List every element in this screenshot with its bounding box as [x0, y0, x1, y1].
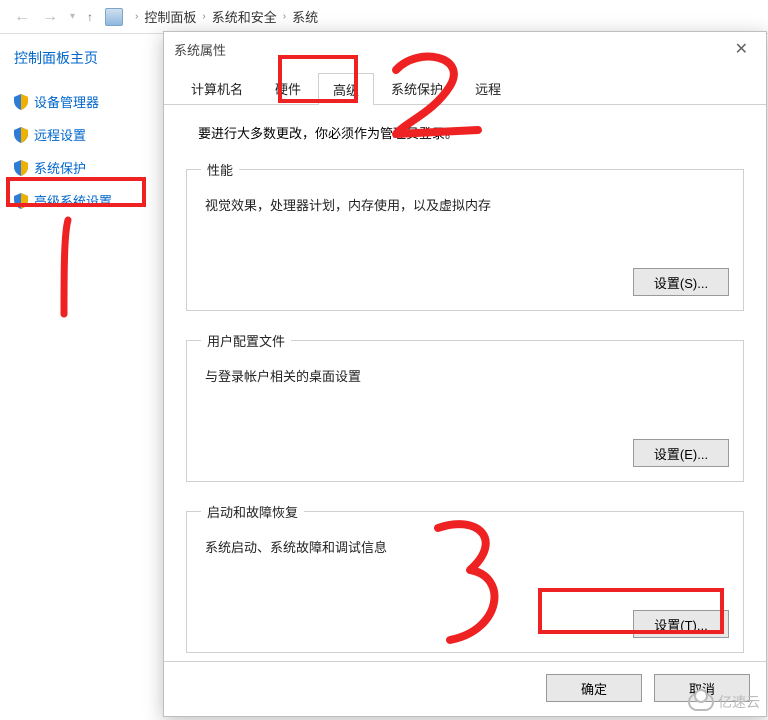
system-properties-dialog: 系统属性 ✕ 计算机名 硬件 高级 系统保护 远程 要进行大多数更改，你必须作为…	[163, 31, 767, 717]
startup-recovery-settings-button[interactable]: 设置(T)...	[633, 610, 729, 638]
tab-computer-name[interactable]: 计算机名	[176, 72, 258, 104]
tabs: 计算机名 硬件 高级 系统保护 远程	[164, 72, 766, 105]
user-profiles-desc: 与登录帐户相关的桌面设置	[205, 366, 729, 385]
shield-icon	[14, 94, 28, 110]
performance-desc: 视觉效果，处理器计划，内存使用，以及虚拟内存	[205, 195, 729, 214]
dialog-footer: 确定 取消	[164, 661, 766, 716]
performance-legend: 性能	[201, 160, 239, 179]
ok-button[interactable]: 确定	[546, 674, 642, 702]
sidebar-item-label: 高级系统设置	[34, 191, 112, 210]
up-arrow-icon[interactable]: ↑	[81, 10, 99, 24]
chevron-right-icon: ›	[202, 11, 205, 22]
address-bar: ← → ▾ ↑ › 控制面板 › 系统和安全 › 系统	[0, 0, 768, 34]
tab-system-protection[interactable]: 系统保护	[376, 72, 458, 104]
chevron-down-icon[interactable]: ▾	[64, 11, 81, 22]
dialog-title: 系统属性	[174, 40, 727, 59]
shield-icon	[14, 127, 28, 143]
user-profiles-settings-button[interactable]: 设置(E)...	[633, 439, 729, 467]
watermark-text: 亿速云	[718, 692, 760, 712]
forward-arrow-icon: →	[36, 8, 64, 26]
sidebar-item-system-protection[interactable]: 系统保护	[14, 154, 156, 181]
cloud-icon	[688, 693, 714, 711]
sidebar-item-advanced-system-settings[interactable]: 高级系统设置	[14, 187, 156, 214]
performance-settings-button[interactable]: 设置(S)...	[633, 268, 729, 296]
control-panel-home-link[interactable]: 控制面板主页	[14, 48, 156, 68]
sidebar-item-label: 设备管理器	[34, 92, 99, 111]
tab-advanced[interactable]: 高级	[318, 73, 374, 105]
admin-note: 要进行大多数更改，你必须作为管理员登录。	[198, 123, 744, 142]
chevron-right-icon: ›	[135, 11, 138, 22]
breadcrumb-control-panel[interactable]: 控制面板	[144, 7, 196, 26]
control-panel-icon	[105, 8, 123, 26]
user-profiles-group: 用户配置文件 与登录帐户相关的桌面设置 设置(E)...	[186, 331, 744, 482]
user-profiles-legend: 用户配置文件	[201, 331, 291, 350]
breadcrumb-system[interactable]: 系统	[292, 7, 318, 26]
watermark: 亿速云	[688, 692, 760, 712]
dialog-body: 要进行大多数更改，你必须作为管理员登录。 性能 视觉效果，处理器计划，内存使用，…	[164, 105, 766, 661]
startup-recovery-group: 启动和故障恢复 系统启动、系统故障和调试信息 设置(T)...	[186, 502, 744, 653]
chevron-right-icon: ›	[283, 11, 286, 22]
sidebar: 控制面板主页 设备管理器 远程设置 系统保护 高级系统设置	[0, 34, 160, 720]
sidebar-item-remote-settings[interactable]: 远程设置	[14, 121, 156, 148]
tab-hardware[interactable]: 硬件	[260, 72, 316, 104]
shield-icon	[14, 193, 28, 209]
startup-recovery-legend: 启动和故障恢复	[201, 502, 304, 521]
tab-remote[interactable]: 远程	[460, 72, 516, 104]
startup-recovery-desc: 系统启动、系统故障和调试信息	[205, 537, 729, 556]
shield-icon	[14, 160, 28, 176]
sidebar-item-device-manager[interactable]: 设备管理器	[14, 88, 156, 115]
dialog-titlebar[interactable]: 系统属性 ✕	[164, 32, 766, 66]
performance-group: 性能 视觉效果，处理器计划，内存使用，以及虚拟内存 设置(S)...	[186, 160, 744, 311]
breadcrumb-system-security[interactable]: 系统和安全	[212, 7, 277, 26]
close-icon[interactable]: ✕	[727, 37, 756, 61]
sidebar-item-label: 远程设置	[34, 125, 86, 144]
back-arrow-icon[interactable]: ←	[8, 8, 36, 26]
sidebar-item-label: 系统保护	[34, 158, 86, 177]
